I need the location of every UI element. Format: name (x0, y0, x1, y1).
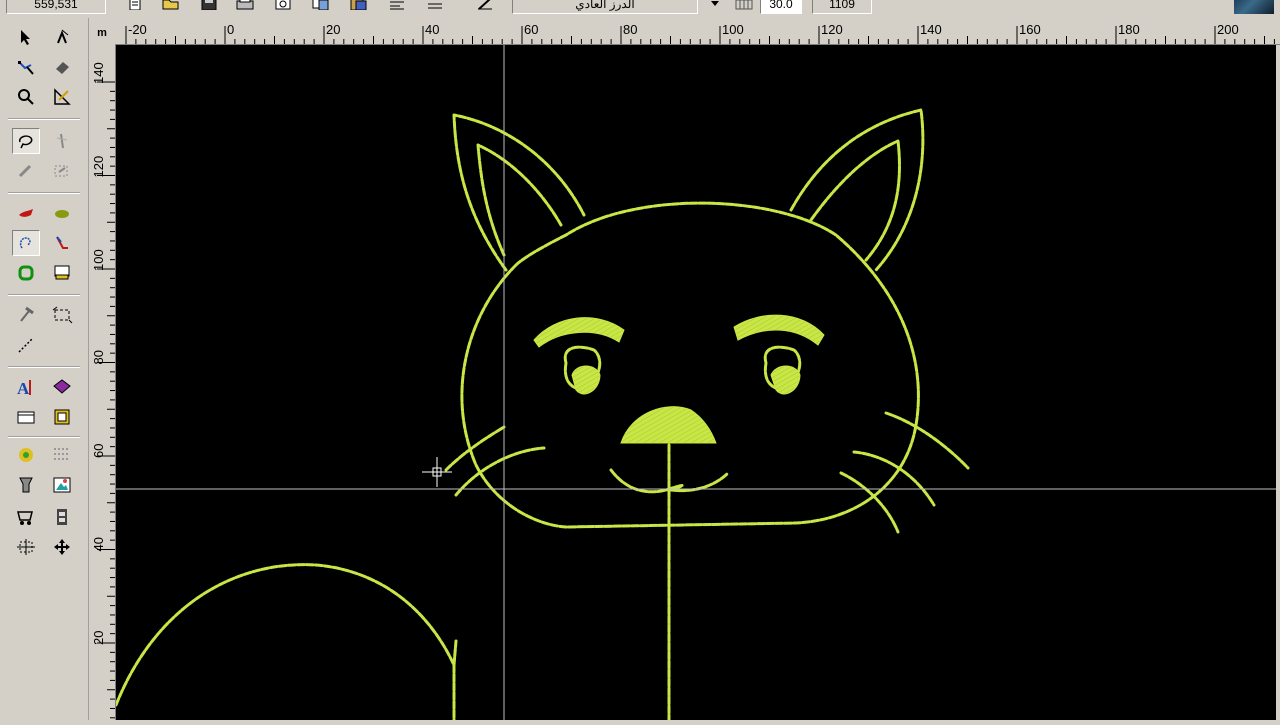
measure-icon[interactable] (48, 84, 76, 110)
ruler-tick-label: 60 (91, 444, 106, 458)
erase-icon[interactable] (48, 54, 76, 80)
ruler-tick-label: 200 (1217, 22, 1239, 37)
settings-icon[interactable] (424, 0, 446, 14)
appliqué-icon[interactable] (12, 472, 40, 498)
outline-icon[interactable] (12, 260, 40, 286)
tool-palette: A (0, 18, 89, 720)
align-icon[interactable] (386, 0, 408, 14)
ruler-tick-label: 180 (1118, 22, 1140, 37)
ruler-tick-label: 140 (91, 62, 106, 84)
save-icon[interactable] (198, 0, 220, 14)
right-whisker-1 (884, 411, 970, 470)
svg-text:A: A (17, 379, 30, 396)
ruler-tick-label: 160 (1019, 22, 1041, 37)
body-curve (114, 563, 458, 722)
left-ear-inner (476, 143, 563, 257)
paste-icon[interactable] (348, 0, 370, 14)
left-pupil (571, 365, 601, 395)
open-folder-icon[interactable] (160, 0, 182, 14)
right-pupil (770, 365, 801, 395)
vertical-ruler: 140 120 100 80 60 40 20 (89, 44, 116, 720)
copy-icon[interactable] (310, 0, 332, 14)
right-ear-inner (809, 139, 901, 262)
nose (620, 406, 717, 444)
node-edit-icon[interactable] (12, 54, 40, 80)
library-icon[interactable] (48, 374, 76, 400)
transform-icon[interactable] (48, 158, 76, 184)
density-input[interactable]: 30.0 (760, 0, 802, 14)
new-file-icon[interactable] (124, 0, 146, 14)
coordinates-readout: 559,531 (6, 0, 106, 14)
left-ear-outer (452, 113, 586, 272)
stitch-count-readout: 1109 (812, 0, 872, 14)
ruler-tick-label: 20 (91, 631, 106, 645)
fill-satin-icon[interactable] (12, 200, 40, 226)
hammer-icon[interactable] (12, 302, 40, 328)
ruler-tick-label: -20 (128, 22, 147, 37)
crosshair-cursor-icon (422, 457, 452, 487)
reshape-icon[interactable] (48, 24, 76, 50)
design-canvas[interactable] (114, 45, 1276, 722)
ruler-tick-label: 100 (91, 249, 106, 271)
grid-icon[interactable] (48, 442, 76, 468)
embroidery-design (114, 45, 1276, 722)
left-eyebrow (533, 317, 625, 348)
dropdown-arrow-icon[interactable] (704, 0, 726, 14)
color-wheel-icon[interactable] (12, 442, 40, 468)
run-stitch-icon[interactable] (12, 230, 40, 256)
ruler-tick-label: 140 (920, 22, 942, 37)
ruler-tick-label: 80 (91, 350, 106, 364)
left-whisker-2 (454, 446, 546, 497)
monitor-icon[interactable] (48, 260, 76, 286)
user-avatar (1234, 0, 1274, 14)
main-toolbar: 559,531 الدرز العادي 30.0 1109 (0, 0, 1280, 18)
ruler-tick-label: 40 (425, 22, 439, 37)
fill-tatami-icon[interactable] (48, 200, 76, 226)
knife-icon[interactable] (12, 158, 40, 184)
line-icon[interactable] (12, 332, 40, 358)
film-icon[interactable] (48, 504, 76, 530)
ruler-tick-label: 60 (524, 22, 538, 37)
center-icon[interactable] (12, 534, 40, 560)
right-eyebrow (733, 314, 825, 346)
right-ear-outer (789, 108, 925, 272)
ruler-tick-label: 80 (623, 22, 637, 37)
angle-icon[interactable] (48, 230, 76, 256)
ruler-tick-label: 40 (91, 537, 106, 551)
stitch-type-select[interactable]: الدرز العادي (512, 0, 698, 14)
ruler-tick-label: 20 (326, 22, 340, 37)
picture-icon[interactable] (48, 472, 76, 498)
frame-icon[interactable] (48, 404, 76, 430)
density-icon (734, 0, 756, 14)
needle-icon[interactable] (48, 128, 76, 154)
ruler-tick-label: 100 (722, 22, 744, 37)
horizontal-ruler-ticks: -20 0 20 40 60 80 100 120 140 160 180 200 (125, 22, 1275, 44)
lettering-icon[interactable]: A (12, 374, 40, 400)
move-icon[interactable] (48, 534, 76, 560)
print-icon[interactable] (234, 0, 256, 14)
ruler-tick-label: 0 (227, 22, 234, 37)
folder-icon[interactable] (12, 404, 40, 430)
horizontal-ruler: -20 0 20 40 60 80 100 120 140 160 180 200 (115, 18, 1280, 45)
ruler-unit-label: m (89, 18, 115, 44)
select-arrow-icon[interactable] (12, 24, 40, 50)
ruler-tick-label: 120 (91, 156, 106, 178)
trolley-icon[interactable] (12, 504, 40, 530)
lasso-icon[interactable] (12, 128, 40, 154)
preview-icon[interactable] (272, 0, 294, 14)
rotate-icon[interactable] (48, 302, 76, 328)
vertical-ruler-ticks: 140 120 100 80 60 40 20 (91, 62, 115, 719)
edit-icon[interactable] (474, 0, 496, 14)
ruler-tick-label: 120 (821, 22, 843, 37)
vertical-scrollbar[interactable] (1276, 45, 1280, 720)
zoom-icon[interactable] (12, 84, 40, 110)
